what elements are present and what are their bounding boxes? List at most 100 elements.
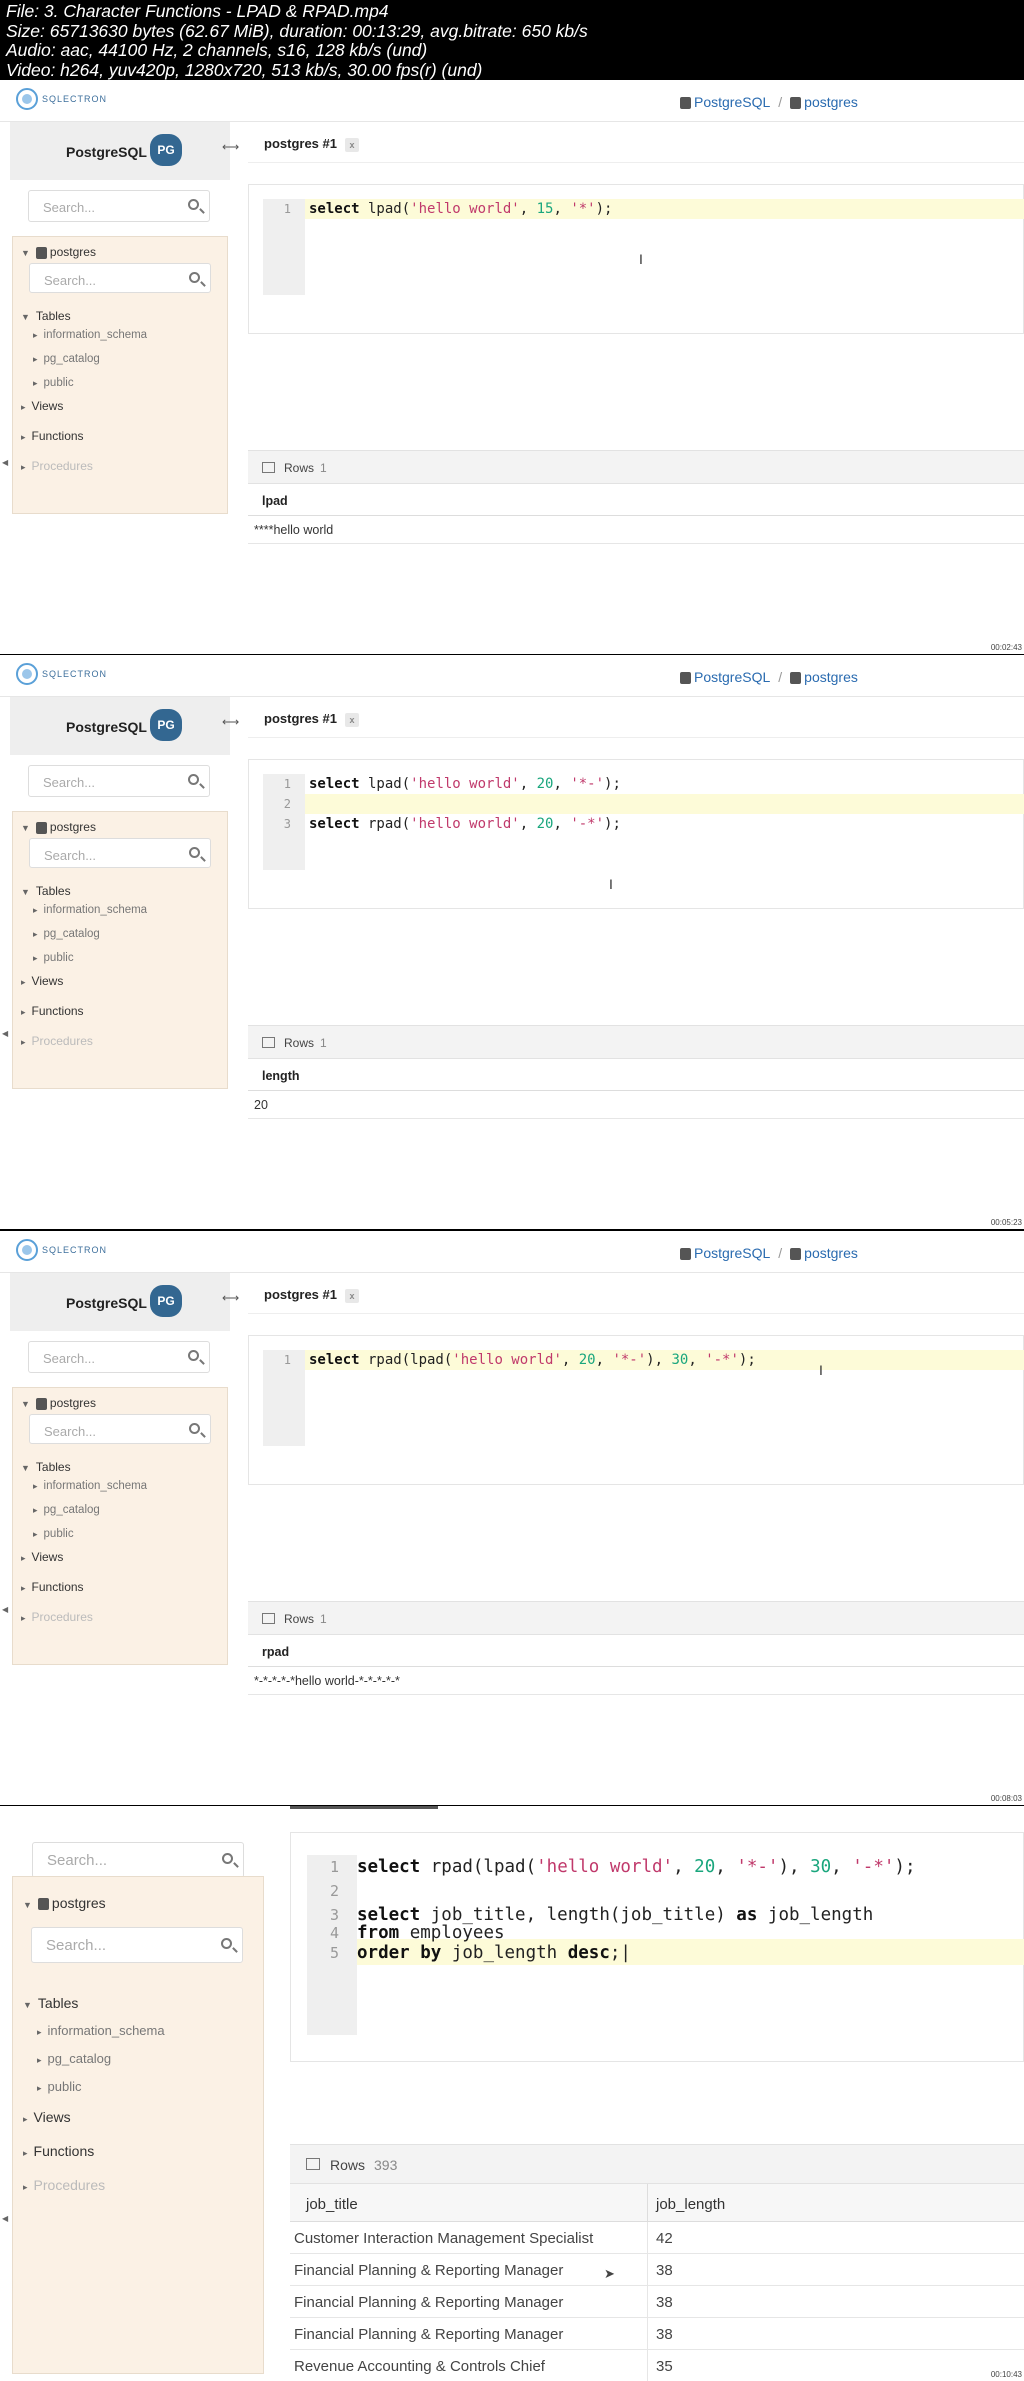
tree-db[interactable]: ▼ postgres	[21, 1396, 96, 1410]
result-cell[interactable]: ****hello world	[248, 516, 1024, 544]
collapsed-icon: ▸	[21, 977, 26, 987]
crumb-server[interactable]: PostgreSQL	[680, 669, 770, 685]
tree-functions[interactable]: ▸ Functions	[21, 429, 84, 443]
crumb-database[interactable]: postgres	[790, 669, 858, 685]
tree-procedures[interactable]: ▸ Procedures	[21, 459, 93, 473]
tab-postgres-1[interactable]: postgres #1 x	[264, 711, 359, 727]
tree-tables[interactable]: ▼ Tables	[21, 309, 71, 323]
tree-schema[interactable]: ▸ pg_catalog	[33, 353, 100, 365]
close-icon[interactable]: x	[344, 1288, 359, 1303]
crumb-database[interactable]: postgres	[790, 1245, 858, 1261]
tree-functions[interactable]: ▸ Functions	[21, 1004, 84, 1018]
database-icon	[35, 1397, 47, 1410]
server-search-input[interactable]: Search...	[28, 1341, 210, 1373]
result-header-row: job_title job_length	[290, 2184, 1024, 2222]
tree-views[interactable]: ▸ Views	[21, 974, 63, 988]
crumb-server[interactable]: PostgreSQL	[680, 94, 770, 110]
crumb-database[interactable]: postgres	[790, 94, 858, 110]
table-row[interactable]: Financial Planning & Reporting Manager 38…	[290, 2254, 1024, 2286]
server-search-input[interactable]: Search...	[28, 765, 210, 797]
sql-editor[interactable]: 1 select rpad(lpad('hello world', 20, '*-…	[248, 1335, 1024, 1485]
tree-tables[interactable]: ▼ Tables	[23, 1995, 78, 2011]
table-row[interactable]: Customer Interaction Management Speciali…	[290, 2222, 1024, 2254]
tab-postgres-1[interactable]: postgres #1 x	[264, 1287, 359, 1303]
close-icon[interactable]: x	[344, 137, 359, 152]
db-search-input[interactable]: Search...	[29, 263, 211, 293]
breadcrumb: PostgreSQL / postgres	[680, 1245, 858, 1261]
db-search-input[interactable]: Search...	[31, 1927, 243, 1963]
code-line: 1 select lpad('hello world', 15, '*');	[283, 201, 613, 217]
table-row[interactable]: Revenue Accounting & Controls Chief 35	[290, 2350, 1024, 2381]
collapse-sidebar-icon[interactable]: ⟷	[222, 1291, 239, 1305]
topbar: SQLECTRON PostgreSQL / postgres	[0, 1231, 1024, 1273]
grid-icon	[262, 462, 275, 473]
tree-procedures[interactable]: ▸ Procedures	[21, 1610, 93, 1624]
sqlectron-icon	[16, 1239, 38, 1261]
tree-views[interactable]: ▸ Views	[21, 1550, 63, 1564]
tree-schema[interactable]: ▸ pg_catalog	[33, 928, 100, 940]
tree-db[interactable]: ▼ postgres	[23, 1895, 106, 1911]
tree-views[interactable]: ▸ Views	[23, 2109, 71, 2125]
tree-schema[interactable]: ▸ information_schema	[33, 329, 147, 341]
table-row[interactable]: Financial Planning & Reporting Manager 38	[290, 2318, 1024, 2350]
tree-tables[interactable]: ▼ Tables	[21, 884, 71, 898]
collapsed-icon: ▸	[21, 462, 26, 472]
breadcrumb: PostgreSQL / postgres	[680, 669, 858, 685]
sidebar-tree: ▼ postgres Search... ▼ Tables ▸ information…	[12, 1387, 228, 1665]
db-search-input[interactable]: Search...	[29, 838, 211, 868]
table-row[interactable]: Financial Planning & Reporting Manager 38	[290, 2286, 1024, 2318]
tree-schema[interactable]: ▸ public	[33, 1528, 74, 1540]
rows-bar: Rows 1	[248, 1025, 1024, 1059]
tree-schema[interactable]: ▸ public	[37, 2079, 82, 2094]
tree-db[interactable]: ▼ postgres	[21, 820, 96, 834]
frame-3: SQLECTRON PostgreSQL / postgres PostgreS…	[0, 1231, 1024, 1805]
tree-functions[interactable]: ▸ Functions	[21, 1580, 84, 1594]
tree-schema[interactable]: ▸ information_schema	[37, 2023, 165, 2038]
tree-schema[interactable]: ▸ public	[33, 377, 74, 389]
database-icon	[790, 672, 802, 685]
breadcrumb: PostgreSQL / postgres	[680, 94, 858, 110]
collapse-sidebar-icon[interactable]: ⟷	[222, 140, 239, 154]
code-line: 1 select rpad(lpad('hello world', 20, '*-…	[329, 1857, 916, 1877]
tab-postgres-1[interactable]: postgres #1 x	[264, 136, 359, 152]
crumb-server[interactable]: PostgreSQL	[680, 1245, 770, 1261]
sql-editor[interactable]: 1 select lpad('hello world', 15, '*'); I	[248, 184, 1024, 334]
tree-schema[interactable]: ▸ pg_catalog	[37, 2051, 111, 2066]
tree-views[interactable]: ▸ Views	[21, 399, 63, 413]
frame-timestamp: 00:10:43	[990, 2370, 1022, 2379]
app-logo: SQLECTRON	[16, 88, 107, 110]
collapsed-icon: ▸	[33, 905, 38, 915]
search-icon	[188, 199, 199, 210]
collapsed-icon: ▸	[23, 2148, 28, 2158]
tree-procedures[interactable]: ▸ Procedures	[23, 2177, 105, 2193]
db-search-input[interactable]: Search...	[29, 1414, 211, 1444]
code-line: 2	[283, 797, 291, 811]
column-header-job-length[interactable]: job_length	[656, 2196, 725, 2213]
collapsed-icon: ▸	[23, 2182, 28, 2192]
collapsed-icon: ▸	[37, 2027, 42, 2037]
tree-schema[interactable]: ▸ information_schema	[33, 904, 147, 916]
collapse-sidebar-icon[interactable]: ⟷	[222, 715, 239, 729]
sql-editor[interactable]: 1 select lpad('hello world', 20, '*-'); 2…	[248, 759, 1024, 909]
result-cell[interactable]: *-*-*-*-*hello world-*-*-*-*-*	[248, 1667, 1024, 1695]
tree-schema[interactable]: ▸ information_schema	[33, 1480, 147, 1492]
tree-functions[interactable]: ▸ Functions	[23, 2143, 94, 2159]
server-icon	[680, 1248, 691, 1261]
sqlectron-icon	[16, 663, 38, 685]
close-icon[interactable]: x	[344, 712, 359, 727]
collapsed-icon: ▸	[23, 2114, 28, 2124]
tree-schema[interactable]: ▸ pg_catalog	[33, 1504, 100, 1516]
tree-tables[interactable]: ▼ Tables	[21, 1460, 71, 1474]
code-line: 2	[329, 1882, 339, 1900]
tree-procedures[interactable]: ▸ Procedures	[21, 1034, 93, 1048]
search-icon	[189, 272, 200, 283]
text-cursor-icon: I	[819, 1362, 823, 1378]
database-icon	[37, 1898, 49, 1911]
tree-schema[interactable]: ▸ public	[33, 952, 74, 964]
result-cell[interactable]: 20	[248, 1091, 1024, 1119]
column-header-job-title[interactable]: job_title	[306, 2196, 358, 2213]
tree-db[interactable]: ▼ postgres	[21, 245, 96, 259]
sql-editor[interactable]: 1 select rpad(lpad('hello world', 20, '*-…	[290, 1832, 1024, 2062]
server-search-input[interactable]: Search...	[28, 190, 210, 222]
server-search-input[interactable]: Search...	[32, 1842, 244, 1878]
